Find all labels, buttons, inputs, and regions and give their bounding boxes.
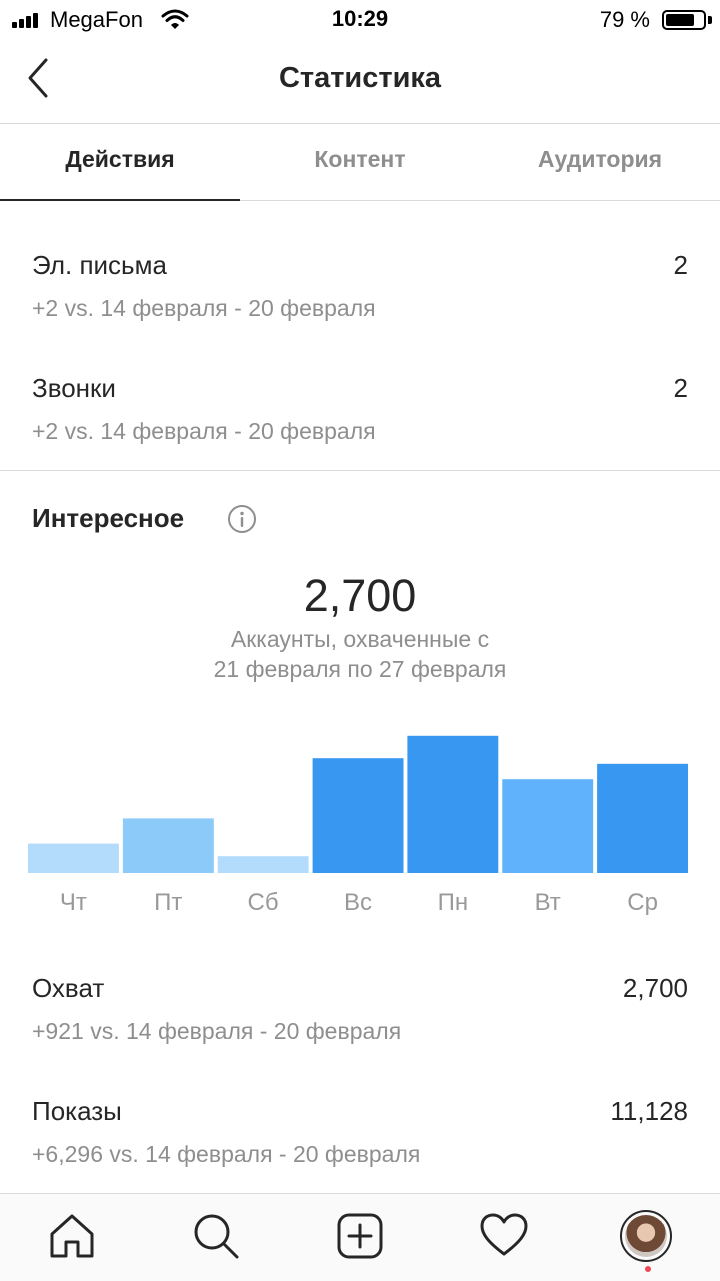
metric-calls-label: Звонки <box>32 373 116 403</box>
metric-emails-comparison: +2 vs. 14 февраля - 20 февраля <box>32 295 376 321</box>
day-label-3: Вс <box>344 889 372 916</box>
metric-calls-comparison: +2 vs. 14 февраля - 20 февраля <box>32 418 376 444</box>
metric-emails-label: Эл. письма <box>32 250 167 280</box>
day-label-1: Пт <box>154 889 182 916</box>
navigation-bar: Статистика <box>0 40 720 124</box>
bar-0[interactable] <box>28 843 119 873</box>
home-icon[interactable] <box>46 1210 98 1262</box>
tab-audience[interactable]: Аудитория <box>480 124 720 200</box>
metric-reach-comparison: +921 vs. 14 февраля - 20 февраля <box>32 1018 402 1044</box>
bar-1[interactable] <box>122 818 214 873</box>
battery-tip <box>708 16 712 24</box>
activity-heart-icon[interactable] <box>478 1210 530 1262</box>
active-tab-indicator <box>0 199 240 201</box>
metric-impressions-value: 11,128 <box>610 1096 688 1126</box>
bar-6[interactable] <box>597 763 688 873</box>
day-label-6: Ср <box>627 889 658 916</box>
bar-2[interactable] <box>217 856 309 873</box>
info-icon[interactable] <box>227 504 257 534</box>
section-divider <box>0 470 720 471</box>
day-label-4: Пн <box>438 889 469 916</box>
tab-content[interactable]: Контент <box>240 124 480 200</box>
reach-caption-line1: Аккаунты, охваченные с <box>230 626 490 652</box>
avatar-image <box>625 1215 667 1257</box>
tab-bar: Действия Контент Аудитория <box>0 124 720 201</box>
new-post-icon[interactable] <box>334 1210 386 1262</box>
metric-reach-value: 2,700 <box>622 973 688 1003</box>
status-bar: MegaFon 10:29 79 % <box>0 0 720 40</box>
profile-avatar[interactable] <box>620 1210 672 1262</box>
day-label-0: Чт <box>60 889 87 916</box>
bar-3[interactable] <box>312 758 404 873</box>
metric-calls-value: 2 <box>673 373 688 403</box>
metric-reach-label: Охват <box>32 973 105 1003</box>
battery-icon <box>662 10 706 30</box>
tab-actions[interactable]: Действия <box>0 124 240 200</box>
metric-impressions-label: Показы <box>32 1096 122 1126</box>
battery-percentage: 79 % <box>599 7 650 32</box>
reach-caption-line2: 21 февраля по 27 февраля <box>213 656 507 682</box>
bottom-tab-bar <box>0 1193 720 1281</box>
discovery-section-title: Интересное <box>32 503 185 533</box>
accounts-reached-bar-chart: Чт Пт Сб Вс Пн Вт Ср <box>28 735 688 916</box>
battery-fill <box>666 14 695 26</box>
reach-caption: Аккаунты, охваченные с 21 февраля по 27 … <box>0 624 720 684</box>
reach-total: 2,700 <box>303 570 417 621</box>
metric-emails-value: 2 <box>673 250 688 280</box>
day-label-2: Сб <box>248 889 279 916</box>
notification-dot <box>645 1266 651 1272</box>
metric-impressions-comparison: +6,296 vs. 14 февраля - 20 февраля <box>32 1141 421 1167</box>
page-title: Статистика <box>278 62 442 94</box>
bar-5[interactable] <box>502 779 594 873</box>
day-label-5: Вт <box>535 889 561 916</box>
search-icon[interactable] <box>190 1210 242 1262</box>
bar-4[interactable] <box>407 735 499 873</box>
